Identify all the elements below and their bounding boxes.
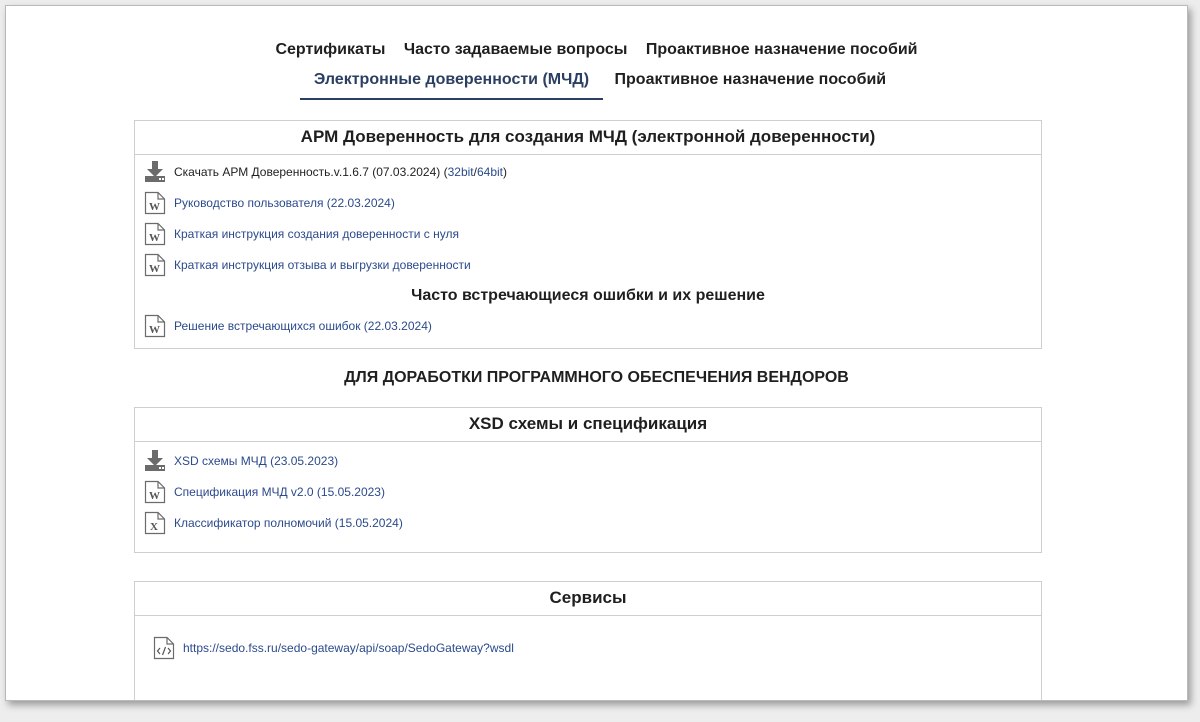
errors-solution-link[interactable]: Решение встречающихся ошибок (22.03.2024… [174, 319, 432, 333]
tabs-row-2: Электронные доверенности (МЧД) Проактивн… [6, 71, 1187, 100]
svg-text:X: X [150, 521, 158, 533]
tab-certificates[interactable]: Сертификаты [268, 41, 392, 59]
word-doc-icon: W [144, 191, 166, 215]
tab-proactive-benefits[interactable]: Проактивное назначение пособий [639, 41, 925, 59]
xsd-schemas-link[interactable]: XSD схемы МЧД (23.05.2023) [174, 454, 338, 468]
doc-row-errors[interactable]: W Решение встречающихся ошибок (22.03.20… [144, 314, 432, 338]
tabs-row-1: Сертификаты Часто задаваемые вопросы Про… [6, 41, 1187, 59]
vendors-heading: ДЛЯ ДОРАБОТКИ ПРОГРАММНОГО ОБЕСПЕЧЕНИЯ В… [344, 369, 849, 386]
arm-panel-title: АРМ Доверенность для создания МЧД (элект… [135, 121, 1041, 155]
download-text: Скачать АРМ Доверенность.v.1.6.7 (07.03.… [174, 165, 448, 179]
create-instruction-link[interactable]: Краткая инструкция создания доверенности… [174, 227, 459, 241]
revoke-instruction-link[interactable]: Краткая инструкция отзыва и выгрузки дов… [174, 258, 471, 272]
doc-row-create-instruction[interactable]: W Краткая инструкция создания довереннос… [144, 222, 459, 246]
svg-text:W: W [149, 490, 160, 502]
user-guide-link[interactable]: Руководство пользователя (22.03.2024) [174, 196, 395, 210]
svg-text:W: W [149, 201, 160, 213]
tab-electronic-poa[interactable]: Электронные доверенности (МЧД) [299, 71, 604, 100]
word-doc-icon: W [144, 480, 166, 504]
xsd-schemas-row[interactable]: XSD схемы МЧД (23.05.2023) [144, 449, 338, 473]
errors-subheading: Часто встречающиеся ошибки и их решение [411, 287, 765, 304]
word-doc-icon: W [144, 222, 166, 246]
word-doc-icon: W [144, 314, 166, 338]
tab-proactive-benefits-2[interactable]: Проактивное назначение пособий [608, 71, 894, 89]
service-link-row[interactable]: https://sedo.fss.ru/sedo-gateway/api/soa… [153, 636, 514, 660]
classifier-link[interactable]: Классификатор полномочий (15.05.2024) [174, 516, 403, 530]
arm-panel: АРМ Доверенность для создания МЧД (элект… [134, 120, 1042, 349]
tab-faq[interactable]: Часто задаваемые вопросы [397, 41, 635, 59]
spec-link[interactable]: Спецификация МЧД v2.0 (15.05.2023) [174, 485, 385, 499]
page-frame: Сертификаты Часто задаваемые вопросы Про… [5, 5, 1188, 701]
excel-doc-icon: X [144, 511, 166, 535]
services-panel-title: Сервисы [135, 582, 1041, 616]
xsd-panel: XSD схемы и спецификация XSD схемы МЧД (… [134, 407, 1042, 553]
word-doc-icon: W [144, 253, 166, 277]
doc-row-user-guide[interactable]: W Руководство пользователя (22.03.2024) [144, 191, 395, 215]
code-file-icon [153, 636, 175, 660]
download-icon [144, 160, 166, 184]
sedo-gateway-link[interactable]: https://sedo.fss.ru/sedo-gateway/api/soa… [183, 641, 514, 655]
services-panel: Сервисы https://sedo.fss.ru/sedo-gateway… [134, 581, 1042, 700]
classifier-row[interactable]: X Классификатор полномочий (15.05.2024) [144, 511, 403, 535]
svg-text:W: W [149, 232, 160, 244]
download-row: Скачать АРМ Доверенность.v.1.6.7 (07.03.… [144, 160, 507, 184]
spec-row[interactable]: W Спецификация МЧД v2.0 (15.05.2023) [144, 480, 385, 504]
xsd-panel-title: XSD схемы и спецификация [135, 408, 1041, 442]
svg-text:W: W [149, 324, 160, 336]
download-64bit-link[interactable]: 64bit [477, 165, 503, 179]
doc-row-revoke-instruction[interactable]: W Краткая инструкция отзыва и выгрузки д… [144, 253, 471, 277]
download-icon [144, 449, 166, 473]
download-close-paren: ) [503, 165, 507, 179]
download-32bit-link[interactable]: 32bit [448, 165, 474, 179]
svg-text:W: W [149, 263, 160, 275]
